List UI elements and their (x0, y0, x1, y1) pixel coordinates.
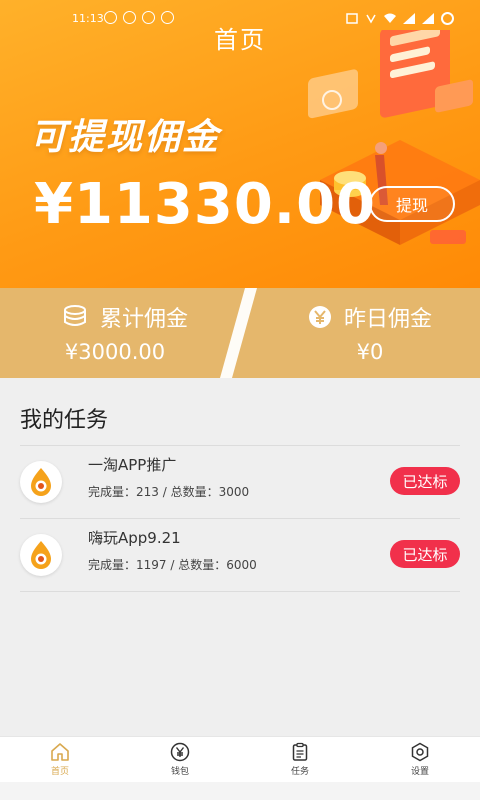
yesterday-commission: 昨日佣金 ¥0 (240, 288, 480, 378)
task-logo-icon (20, 461, 62, 503)
divider (20, 591, 460, 592)
tab-tasks[interactable]: 任务 (240, 737, 360, 782)
my-tasks-section: 我的任务 一淘APP推广 完成量：213 / 总数量：3000 已达标 嗨玩Ap… (0, 378, 480, 736)
tab-wallet[interactable]: 钱包 (120, 737, 240, 782)
withdrawable-commission-label: 可提现佣金 (30, 117, 221, 158)
task-status-badge: 已达标 (390, 540, 460, 568)
system-nav-area (0, 782, 480, 800)
tab-label: 设置 (410, 767, 429, 777)
tab-settings[interactable]: 设置 (360, 737, 480, 782)
tab-label: 钱包 (170, 767, 189, 777)
task-name: 一淘APP推广 (88, 456, 177, 474)
app-root: 11:13 首页 可提现佣金 ¥11330.00 提现 累计佣金 ¥3000.0… (0, 0, 480, 800)
total-commission-label: 累计佣金 (99, 307, 188, 332)
task-item[interactable]: 一淘APP推广 完成量：213 / 总数量：3000 已达标 (20, 446, 460, 518)
withdrawable-amount: ¥11330.00 (34, 172, 376, 237)
wallet-icon (170, 742, 190, 762)
settings-icon (411, 742, 429, 762)
yen-icon (308, 306, 331, 328)
tab-home[interactable]: 首页 (0, 737, 120, 782)
task-name: 嗨玩App9.21 (88, 529, 181, 547)
tab-label: 任务 (290, 767, 309, 777)
section-title: 我的任务 (20, 408, 109, 433)
total-commission: 累计佣金 ¥3000.00 (0, 288, 240, 378)
task-progress: 完成量：1197 / 总数量：6000 (88, 558, 257, 572)
task-item[interactable]: 嗨玩App9.21 完成量：1197 / 总数量：6000 已达标 (20, 519, 460, 591)
task-progress: 完成量：213 / 总数量：3000 (88, 485, 250, 499)
bottom-tab-bar: 首页 钱包 任务 设置 (0, 736, 480, 782)
banner-illustration (308, 30, 480, 245)
task-status-badge: 已达标 (390, 467, 460, 495)
withdraw-button[interactable]: 提现 (369, 186, 455, 222)
yesterday-commission-label: 昨日佣金 (343, 307, 432, 332)
home-icon (51, 743, 69, 761)
task-icon (292, 742, 308, 761)
yesterday-commission-value: ¥0 (356, 340, 384, 364)
hero-banner: 11:13 首页 可提现佣金 ¥11330.00 提现 (0, 0, 480, 288)
coins-icon (63, 305, 86, 326)
tab-label: 首页 (50, 767, 69, 777)
commission-stats: 累计佣金 ¥3000.00 昨日佣金 ¥0 (0, 288, 480, 378)
total-commission-value: ¥3000.00 (64, 340, 166, 364)
task-logo-icon (20, 534, 62, 576)
